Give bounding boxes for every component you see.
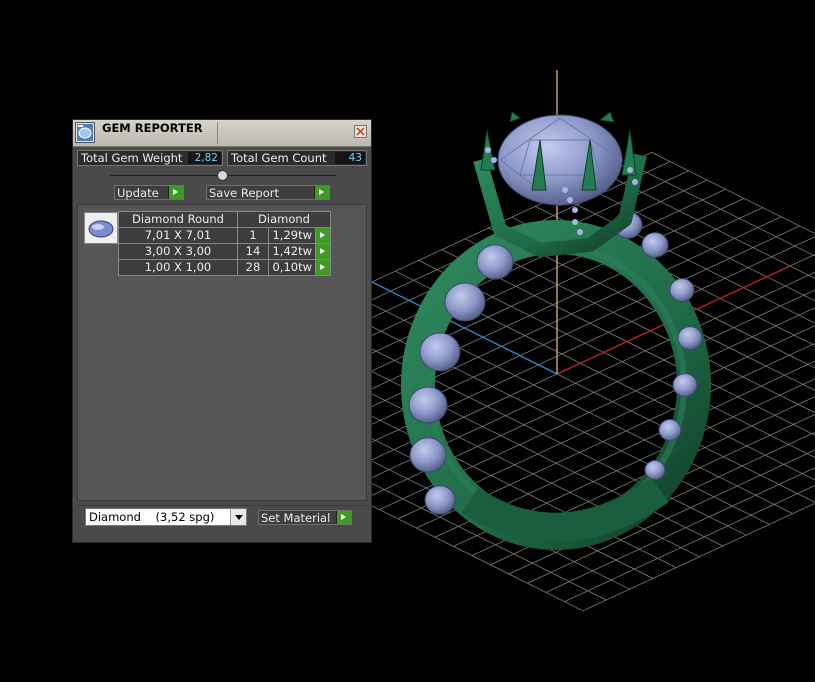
material-select-value: Diamond (3,52 spg) <box>89 510 215 524</box>
total-count-label: Total Gem Count <box>231 151 327 165</box>
total-gem-weight: Total Gem Weight 2,82 <box>77 150 223 166</box>
update-label: Update <box>117 186 159 200</box>
panel-title: GEM REPORTER <box>102 121 203 135</box>
table-row[interactable]: 3,00 X 3,00 14 1,42tw <box>118 243 331 260</box>
material-select[interactable]: Diamond (3,52 spg) <box>85 508 247 526</box>
gem-count: 1 <box>237 227 269 244</box>
center-stone <box>497 114 623 206</box>
set-material-label: Set Material <box>261 511 331 525</box>
update-button[interactable]: Update <box>114 185 184 200</box>
gem-reporter-icon <box>75 122 95 143</box>
round-diamond-icon[interactable] <box>84 212 118 244</box>
play-arrow-icon[interactable] <box>315 227 331 244</box>
play-arrow-icon <box>314 186 329 199</box>
gem-size: 7,01 X 7,01 <box>118 227 238 244</box>
gem-size: 1,00 X 1,00 <box>118 259 238 276</box>
title-bar[interactable]: GEM REPORTER <box>73 120 371 147</box>
splitter-handle[interactable] <box>217 170 228 181</box>
table-row[interactable]: 7,01 X 7,01 1 1,29tw <box>118 227 331 244</box>
save-report-button[interactable]: Save Report <box>206 185 330 200</box>
play-arrow-icon <box>336 511 351 524</box>
play-arrow-icon[interactable] <box>315 259 331 276</box>
gem-count: 28 <box>237 259 269 276</box>
gem-size: 3,00 X 3,00 <box>118 243 238 260</box>
total-weight-label: Total Gem Weight <box>81 151 183 165</box>
column-header-material: Diamond <box>237 211 331 228</box>
gem-count: 14 <box>237 243 269 260</box>
gem-weight: 1,29tw <box>268 227 316 244</box>
close-icon[interactable] <box>354 125 367 138</box>
gem-list: Diamond Round Diamond 7,01 X 7,01 1 1,29… <box>77 204 367 501</box>
chevron-down-icon[interactable] <box>230 509 246 525</box>
gem-reporter-panel: GEM REPORTER Total Gem Weight 2,82 Total… <box>72 119 372 543</box>
total-count-value: 43 <box>335 152 365 164</box>
total-weight-value: 2,82 <box>188 152 221 164</box>
gem-table: Diamond Round Diamond 7,01 X 7,01 1 1,29… <box>118 211 331 276</box>
gem-weight: 1,42tw <box>268 243 316 260</box>
column-header-shape: Diamond Round <box>118 211 238 228</box>
set-material-button[interactable]: Set Material <box>258 510 352 525</box>
table-row[interactable]: 1,00 X 1,00 28 0,10tw <box>118 259 331 276</box>
title-separator <box>217 122 218 144</box>
gem-weight: 0,10tw <box>268 259 316 276</box>
total-gem-count: Total Gem Count 43 <box>227 150 367 166</box>
play-arrow-icon[interactable] <box>315 243 331 260</box>
play-arrow-icon <box>168 186 183 199</box>
save-report-label: Save Report <box>209 186 280 200</box>
